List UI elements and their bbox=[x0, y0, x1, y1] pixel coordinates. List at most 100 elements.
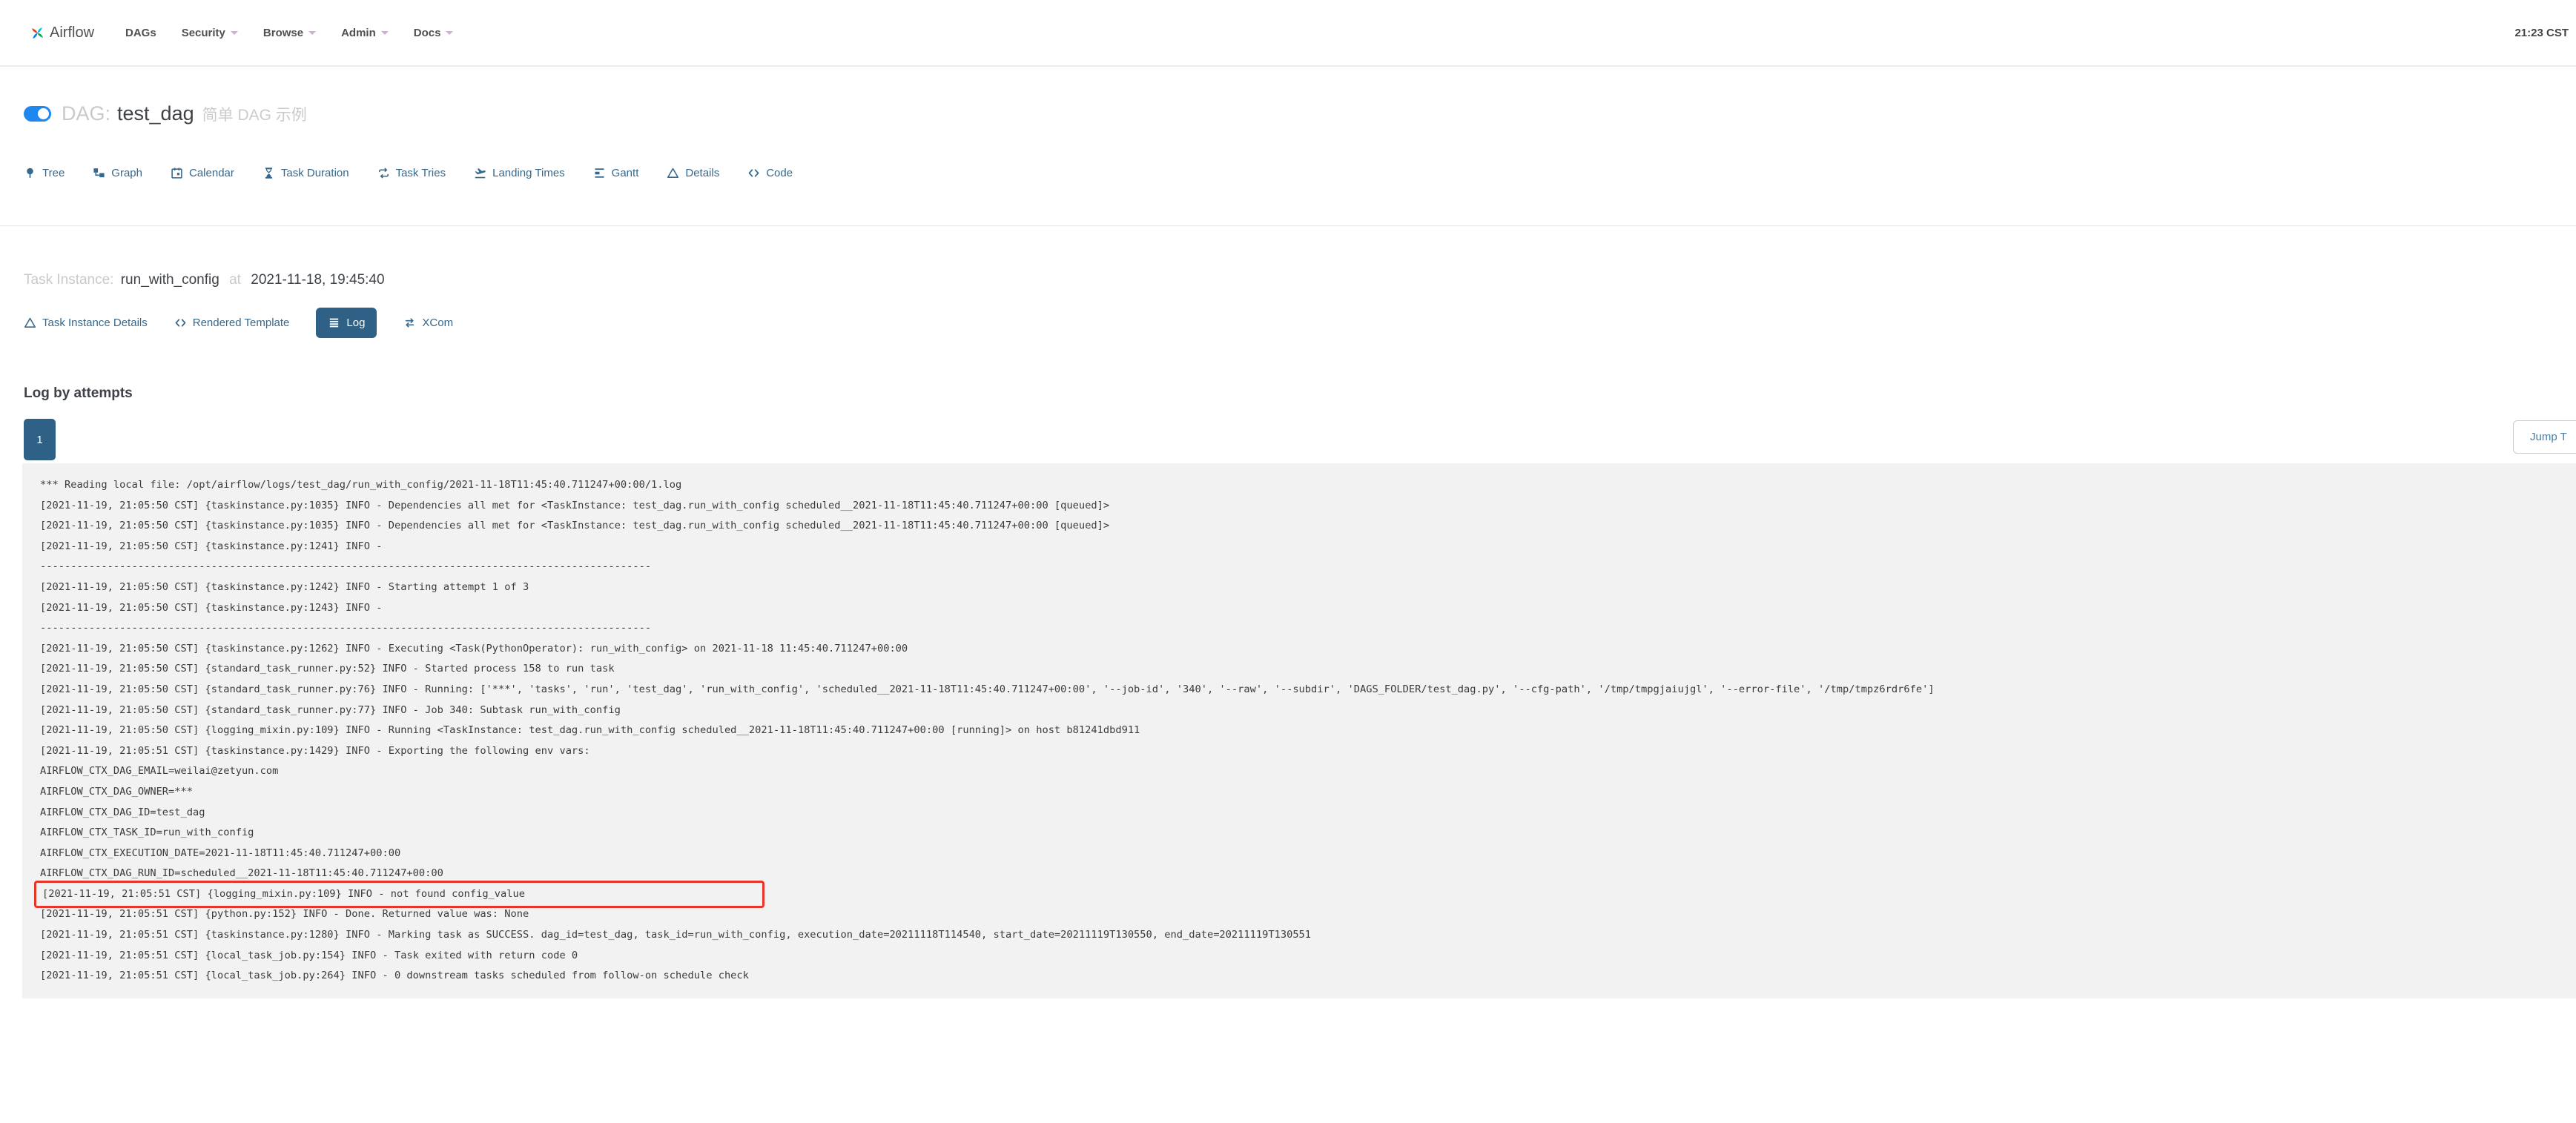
task-instance-at: at bbox=[229, 272, 241, 288]
log-line: ----------------------------------------… bbox=[40, 618, 2576, 639]
task-instance-header: Task Instance: run_with_config at 2021-1… bbox=[24, 272, 2576, 288]
ti-tab-xcom[interactable]: XCom bbox=[403, 317, 453, 329]
log-line: [2021-11-19, 21:05:51 CST] {local_task_j… bbox=[40, 946, 2576, 967]
ti-tab-task-instance-details[interactable]: Task Instance Details bbox=[24, 317, 148, 329]
landing-icon bbox=[474, 167, 486, 179]
caret-down-icon bbox=[381, 31, 389, 35]
log-line: [2021-11-19, 21:05:51 CST] {taskinstance… bbox=[40, 925, 2576, 946]
tab-label: Gantt bbox=[612, 167, 639, 179]
nav-item-dags[interactable]: DAGs bbox=[125, 27, 156, 39]
nav-item-label: DAGs bbox=[125, 27, 156, 39]
log-icon bbox=[328, 317, 340, 329]
log-line: [2021-11-19, 21:05:50 CST] {taskinstance… bbox=[40, 537, 2576, 557]
caret-down-icon bbox=[308, 31, 316, 35]
log-line: [2021-11-19, 21:05:50 CST] {standard_tas… bbox=[40, 680, 2576, 700]
code-icon bbox=[174, 317, 187, 329]
nav-item-admin[interactable]: Admin bbox=[341, 27, 389, 39]
tab-code[interactable]: Code bbox=[747, 167, 793, 179]
tab-task-tries[interactable]: Task Tries bbox=[377, 167, 446, 179]
log-output: *** Reading local file: /opt/airflow/log… bbox=[22, 463, 2576, 998]
dag-description: 简单 DAG 示例 bbox=[202, 103, 307, 125]
log-line: [2021-11-19, 21:05:50 CST] {logging_mixi… bbox=[40, 720, 2576, 741]
retries-icon bbox=[377, 167, 390, 179]
tab-details[interactable]: Details bbox=[667, 167, 719, 179]
hourglass-icon bbox=[262, 167, 275, 179]
log-line: [2021-11-19, 21:05:51 CST] {local_task_j… bbox=[40, 966, 2576, 987]
task-instance-tabs: Task Instance Details Rendered Template Lo… bbox=[24, 308, 2576, 338]
log-line: AIRFLOW_CTX_TASK_ID=run_with_config bbox=[40, 823, 2576, 844]
tab-label: Tree bbox=[42, 167, 65, 179]
caret-down-icon bbox=[231, 31, 238, 35]
ti-tab-label: XCom bbox=[422, 317, 453, 329]
nav-item-security[interactable]: Security bbox=[182, 27, 238, 39]
log-line: AIRFLOW_CTX_DAG_ID=test_dag bbox=[40, 803, 2576, 824]
triangle-icon bbox=[24, 317, 36, 329]
gantt-icon bbox=[593, 167, 606, 179]
tree-icon bbox=[24, 167, 36, 179]
caret-down-icon bbox=[446, 31, 453, 35]
tab-landing-times[interactable]: Landing Times bbox=[474, 167, 565, 179]
calendar-icon bbox=[171, 167, 183, 179]
ti-tab-label: Rendered Template bbox=[193, 317, 290, 329]
log-line: *** Reading local file: /opt/airflow/log… bbox=[40, 475, 2576, 496]
tab-label: Task Duration bbox=[281, 167, 349, 179]
dag-view-tabs: Tree Graph Calendar Task Duration Task Tries… bbox=[24, 167, 2576, 179]
nav-item-label: Browse bbox=[263, 27, 303, 39]
task-instance-label: Task Instance: bbox=[24, 272, 113, 288]
tab-task-duration[interactable]: Task Duration bbox=[262, 167, 349, 179]
section-divider bbox=[0, 225, 2576, 226]
log-line: AIRFLOW_CTX_DAG_EMAIL=weilai@zetyun.com bbox=[40, 761, 2576, 782]
ti-tab-log[interactable]: Log bbox=[316, 308, 377, 338]
nav-item-label: Security bbox=[182, 27, 225, 39]
dag-label: DAG: bbox=[62, 102, 110, 125]
tab-label: Code bbox=[766, 167, 793, 179]
navbar-menu: DAGs Security Browse Admin Docs bbox=[125, 27, 453, 39]
tab-graph[interactable]: Graph bbox=[93, 167, 142, 179]
xcom-icon bbox=[403, 317, 416, 329]
tab-label: Task Tries bbox=[396, 167, 446, 179]
attempt-buttons: 1 bbox=[24, 434, 56, 446]
tab-gantt[interactable]: Gantt bbox=[593, 167, 639, 179]
attempt-row: 1 Jump T bbox=[24, 419, 2576, 460]
ti-tab-label: Task Instance Details bbox=[42, 317, 148, 329]
nav-item-browse[interactable]: Browse bbox=[263, 27, 316, 39]
jump-to-end-button[interactable]: Jump T bbox=[2513, 420, 2576, 454]
triangle-icon bbox=[667, 167, 679, 179]
log-line: ----------------------------------------… bbox=[40, 557, 2576, 577]
log-line: [2021-11-19, 21:05:50 CST] {taskinstance… bbox=[40, 598, 2576, 619]
log-line: [2021-11-19, 21:05:50 CST] {standard_tas… bbox=[40, 659, 2576, 680]
tab-label: Landing Times bbox=[492, 167, 565, 179]
graph-icon bbox=[93, 167, 105, 179]
task-instance-datetime: 2021-11-18, 19:45:40 bbox=[251, 272, 384, 288]
tab-calendar[interactable]: Calendar bbox=[171, 167, 234, 179]
utc-clock[interactable]: 21:23 CST bbox=[2514, 27, 2570, 39]
tab-label: Graph bbox=[111, 167, 142, 179]
main-content: DAG: test_dag 简单 DAG 示例 Tree Graph Calenda… bbox=[0, 102, 2576, 998]
ti-tab-rendered-template[interactable]: Rendered Template bbox=[174, 317, 290, 329]
dag-header: DAG: test_dag 简单 DAG 示例 bbox=[24, 102, 2576, 125]
nav-item-label: Admin bbox=[341, 27, 376, 39]
ti-tab-label: Log bbox=[346, 317, 365, 329]
attempt-button-1[interactable]: 1 bbox=[24, 419, 56, 460]
tab-tree[interactable]: Tree bbox=[24, 167, 65, 179]
top-navbar: Airflow DAGs Security Browse Admin Docs 21:2… bbox=[0, 0, 2576, 67]
log-line: [2021-11-19, 21:05:51 CST] {taskinstance… bbox=[40, 741, 2576, 762]
task-instance-name: run_with_config bbox=[121, 272, 219, 288]
toggle-knob bbox=[38, 108, 49, 119]
log-line: [2021-11-19, 21:05:50 CST] {taskinstance… bbox=[40, 639, 2576, 660]
airflow-logo-icon[interactable] bbox=[31, 27, 44, 39]
nav-item-docs[interactable]: Docs bbox=[414, 27, 454, 39]
log-line: AIRFLOW_CTX_DAG_OWNER=*** bbox=[40, 782, 2576, 803]
tab-label: Details bbox=[685, 167, 719, 179]
log-line: [2021-11-19, 21:05:50 CST] {taskinstance… bbox=[40, 516, 2576, 537]
log-line-highlighted: [2021-11-19, 21:05:51 CST] {logging_mixi… bbox=[34, 881, 764, 909]
code-icon bbox=[747, 167, 760, 179]
dag-name: test_dag bbox=[117, 102, 194, 125]
log-line: [2021-11-19, 21:05:50 CST] {taskinstance… bbox=[40, 577, 2576, 598]
log-line: AIRFLOW_CTX_EXECUTION_DATE=2021-11-18T11… bbox=[40, 844, 2576, 864]
tab-label: Calendar bbox=[189, 167, 234, 179]
log-line: [2021-11-19, 21:05:50 CST] {standard_tas… bbox=[40, 700, 2576, 721]
dag-pause-toggle[interactable] bbox=[24, 106, 51, 122]
brand-title[interactable]: Airflow bbox=[50, 24, 94, 42]
nav-item-label: Docs bbox=[414, 27, 441, 39]
